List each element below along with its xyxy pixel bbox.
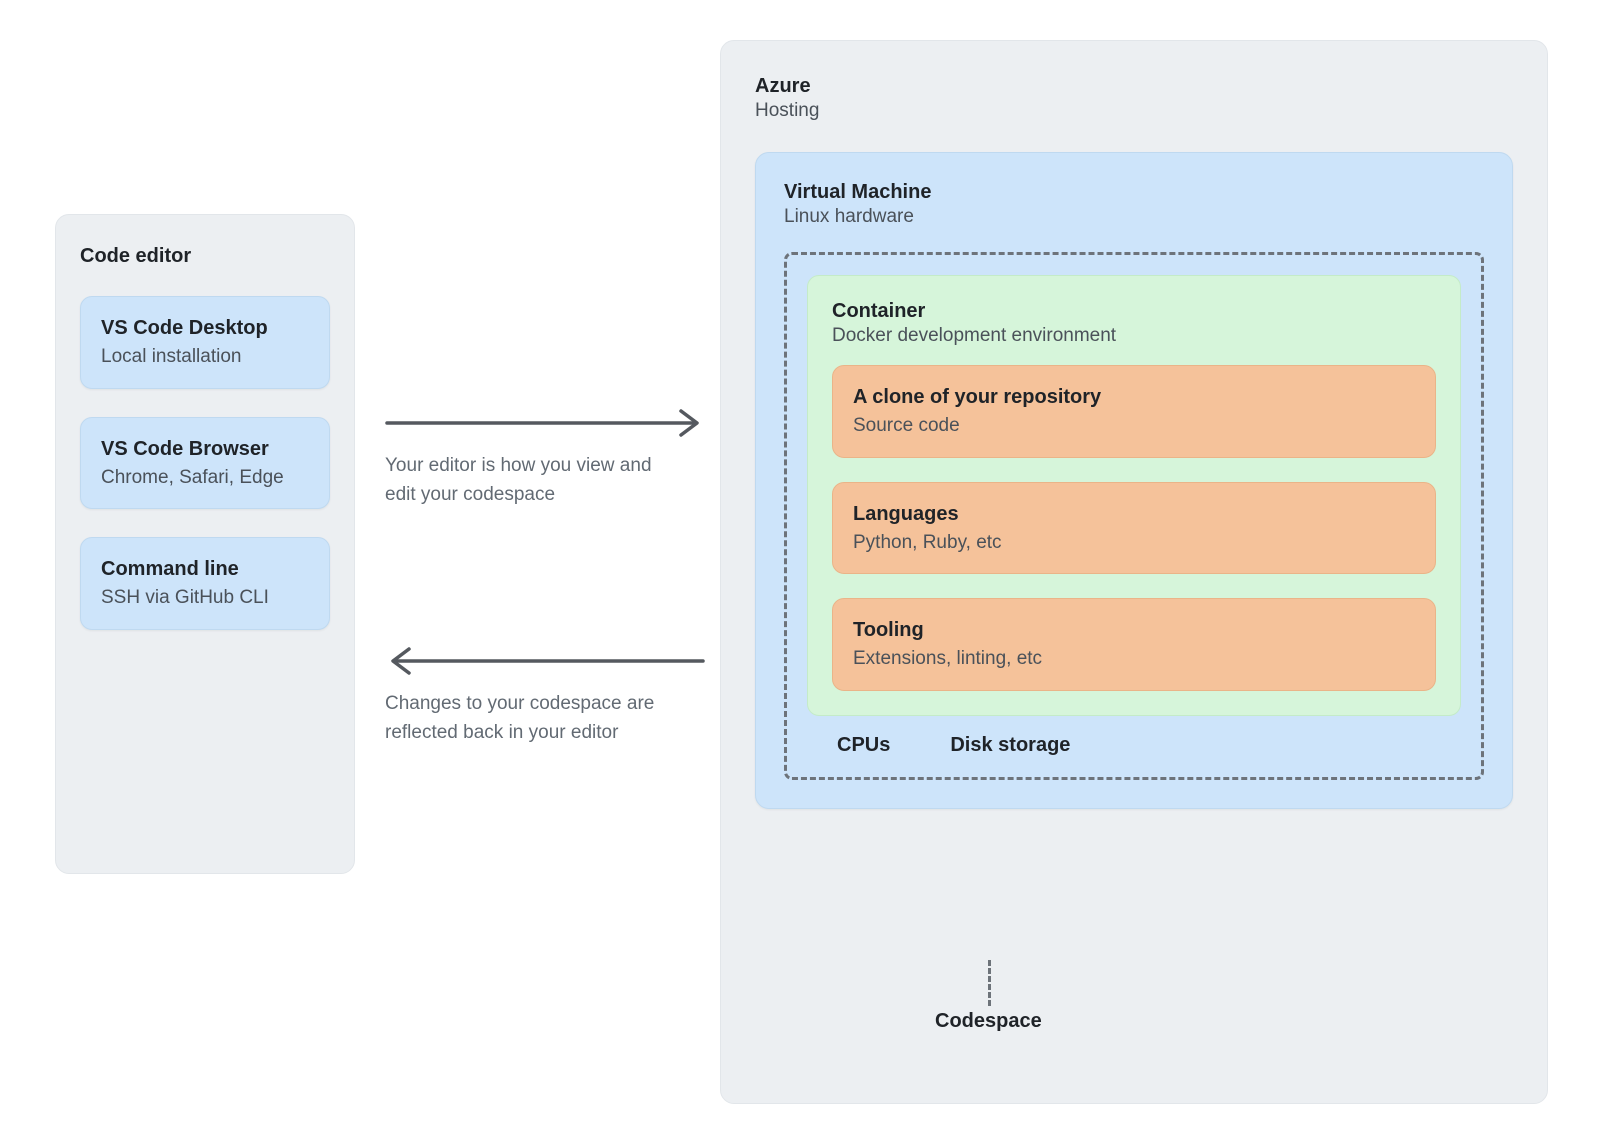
card-title: Tooling [853,617,1415,644]
container-item-tooling: Tooling Extensions, linting, etc [832,598,1436,691]
card-title: Languages [853,501,1415,528]
container-sub: Docker development environment [832,325,1436,347]
arrow-caption: Changes to your codespace are reflected … [385,690,685,747]
vm-disk-label: Disk storage [950,734,1070,757]
codespace-stem-icon [988,960,991,1006]
vm-hardware-row: CPUs Disk storage [807,716,1461,757]
vm-title: Virtual Machine [784,181,1484,204]
azure-panel: Azure Hosting Virtual Machine Linux hard… [720,40,1548,1104]
arrow-left-icon [385,646,705,676]
vm-cpus-label: CPUs [837,734,890,757]
vm-panel: Virtual Machine Linux hardware Container… [755,152,1513,809]
card-sub: Python, Ruby, etc [853,530,1415,556]
container-item-repo: A clone of your repository Source code [832,365,1436,458]
container-item-languages: Languages Python, Ruby, etc [832,482,1436,575]
card-sub: Extensions, linting, etc [853,646,1415,672]
azure-sub: Hosting [755,100,1513,122]
arrow-editor-to-codespace: Your editor is how you view and edit you… [385,408,705,509]
editor-card-vscode-desktop: VS Code Desktop Local installation [80,296,330,389]
card-title: A clone of your repository [853,384,1415,411]
card-sub: SSH via GitHub CLI [101,585,309,611]
card-title: Command line [101,556,309,583]
editor-card-command-line: Command line SSH via GitHub CLI [80,537,330,630]
container-panel: Container Docker development environment… [807,275,1461,716]
codespace-label: Codespace [935,1010,1042,1033]
code-editor-panel: Code editor VS Code Desktop Local instal… [55,214,355,874]
code-editor-title: Code editor [80,245,330,268]
card-sub: Source code [853,413,1415,439]
container-title: Container [832,300,1436,323]
codespace-boundary: Container Docker development environment… [784,252,1484,780]
card-title: VS Code Desktop [101,315,309,342]
card-sub: Chrome, Safari, Edge [101,465,309,491]
arrow-right-icon [385,408,705,438]
azure-title: Azure [755,75,1513,98]
editor-card-vscode-browser: VS Code Browser Chrome, Safari, Edge [80,417,330,510]
arrow-codespace-to-editor: Changes to your codespace are reflected … [385,646,705,747]
arrow-caption: Your editor is how you view and edit you… [385,452,685,509]
card-title: VS Code Browser [101,436,309,463]
vm-sub: Linux hardware [784,206,1484,228]
card-sub: Local installation [101,344,309,370]
